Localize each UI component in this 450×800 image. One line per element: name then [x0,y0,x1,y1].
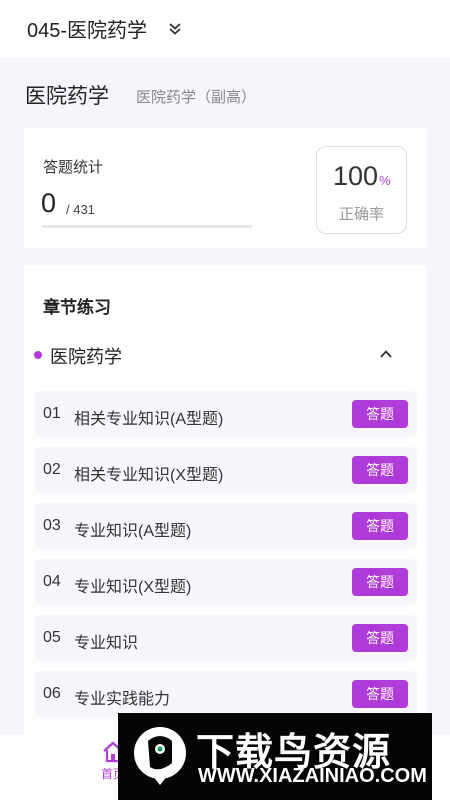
total-count: / 431 [66,202,95,217]
accuracy-unit: % [379,173,391,188]
group-dot [34,351,42,359]
subject-level: 医院药学（副高） [136,89,257,106]
chapter-group[interactable]: 医院药学 [34,343,417,367]
stats-label: 答题统计 [43,159,104,176]
chapter-number: 01 [43,405,61,422]
answer-button[interactable]: 答题 [352,624,408,652]
chapter-item[interactable]: 03 专业知识(A型题) 答题 [34,503,417,549]
chapter-number: 03 [43,517,61,534]
section-title: 章节练习 [43,298,111,317]
exam-selector-title[interactable]: 045-医院药学 [27,14,147,43]
chapter-number: 04 [43,573,61,590]
answer-button[interactable]: 答题 [352,512,408,540]
accuracy-value: 100 [333,161,379,191]
chapter-item[interactable]: 06 专业实践能力 答题 [34,671,417,717]
answer-button[interactable]: 答题 [352,400,408,428]
chapter-item[interactable]: 05 专业知识 答题 [34,615,417,661]
chapter-number: 05 [43,629,61,646]
chapter-title: 相关专业知识(X型题) [74,467,224,484]
bird-logo-icon [134,727,186,785]
chapter-title: 相关专业知识(A型题) [74,411,224,428]
chapter-title: 专业知识 [74,635,139,652]
top-bar: 045-医院药学 [0,0,450,58]
chapter-practice-card: 章节练习 医院药学 01 相关专业知识(A型题) 答题 02 相关专业知识(X型… [24,265,427,745]
watermark-url: WWW.XIAZAINIAO.COM [198,765,427,787]
answered-count: 0 [41,188,57,218]
group-name: 医院药学 [50,347,122,367]
accuracy-label: 正确率 [338,206,384,223]
accuracy-box: 100% 正确率 [316,146,407,234]
accuracy-value-wrap: 100% [333,161,391,192]
double-chevron-down-icon[interactable] [168,22,182,36]
chapter-item[interactable]: 02 相关专业知识(X型题) 答题 [34,447,417,493]
progress-track [42,225,252,228]
watermark-banner: 下载鸟资源 WWW.XIAZAINIAO.COM [118,713,432,800]
answer-button[interactable]: 答题 [352,568,408,596]
answer-stats-card: 答题统计 0 / 431 100% 正确率 [24,128,427,248]
chapter-item[interactable]: 04 专业知识(X型题) 答题 [34,559,417,605]
chapter-number: 06 [43,685,61,702]
chapter-number: 02 [43,461,61,478]
answer-button[interactable]: 答题 [352,456,408,484]
answer-button[interactable]: 答题 [352,680,408,708]
chapter-title: 专业实践能力 [74,691,171,708]
chapter-title: 专业知识(X型题) [74,579,192,596]
chevron-up-icon[interactable] [379,347,393,361]
subject-title: 医院药学 [25,85,109,108]
chapter-title: 专业知识(A型题) [74,523,192,540]
chapter-item[interactable]: 01 相关专业知识(A型题) 答题 [34,391,417,437]
